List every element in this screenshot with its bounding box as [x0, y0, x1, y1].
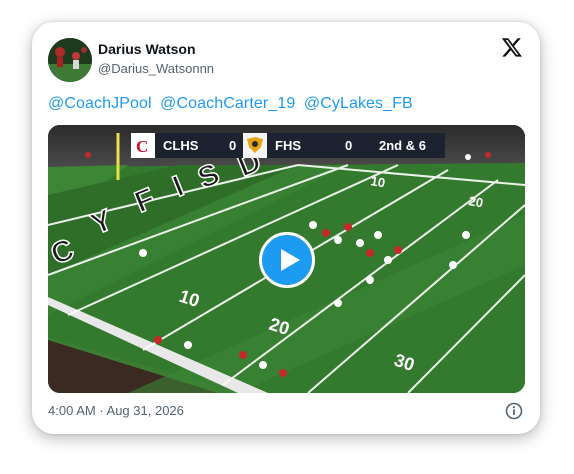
- team1-name: CLHS: [163, 138, 199, 153]
- author-handle[interactable]: @Darius_Watsonnn: [98, 61, 214, 76]
- team2-name: FHS: [275, 138, 301, 153]
- field-number: 10: [369, 173, 386, 190]
- scoreboard: C CLHS 0 FHS 0 2nd & 6: [131, 133, 445, 158]
- tweet-card: Darius Watson @Darius_Watsonnn @CoachJPo…: [32, 22, 540, 434]
- team2-score: 0: [345, 138, 353, 153]
- team1-score: 0: [229, 138, 237, 153]
- video-player[interactable]: C Y F I S D 10 20 30 10 20 C CLHS 0 FHS …: [48, 125, 525, 393]
- down-distance: 2nd & 6: [379, 138, 426, 153]
- team1-logo-icon: C: [131, 133, 155, 158]
- tweet-timestamp[interactable]: 4:00 AM · Aug 31, 2026: [48, 403, 184, 418]
- play-button[interactable]: [259, 232, 315, 288]
- field-number: 20: [467, 193, 484, 210]
- mention-link[interactable]: @CoachCarter_19: [160, 95, 295, 112]
- svg-text:C: C: [136, 137, 148, 156]
- mention-link[interactable]: @CoachJPool: [48, 95, 152, 112]
- avatar[interactable]: [48, 38, 92, 82]
- play-icon: [281, 249, 300, 271]
- team2-logo-icon: [243, 133, 267, 158]
- info-icon[interactable]: [505, 402, 523, 420]
- x-logo-icon[interactable]: [501, 36, 523, 58]
- mention-link[interactable]: @CyLakes_FB: [304, 95, 413, 112]
- author-name[interactable]: Darius Watson: [98, 41, 196, 57]
- tweet-text: @CoachJPool @CoachCarter_19 @CyLakes_FB: [48, 95, 417, 113]
